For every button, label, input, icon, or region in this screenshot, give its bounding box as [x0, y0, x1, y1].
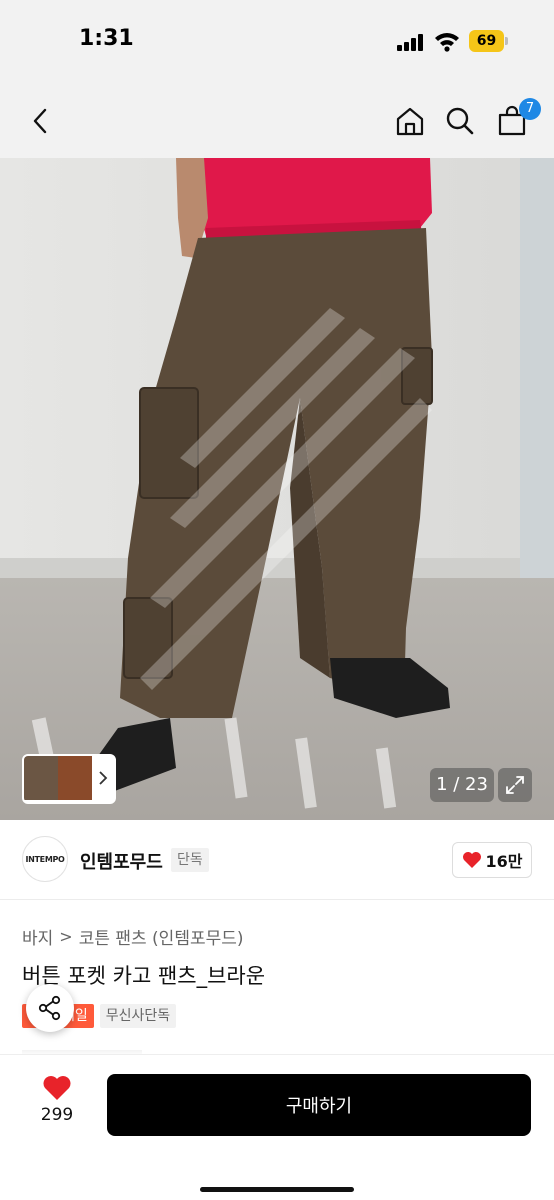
battery-level: 69 [469, 30, 504, 52]
bottom-action-bar: 299 구매하기 [0, 1054, 554, 1200]
product-image-gallery[interactable]: 1 / 23 [0, 158, 554, 820]
product-photo [0, 158, 554, 820]
cart-count-badge: 7 [519, 98, 541, 120]
thumbnail-next-button[interactable] [92, 756, 114, 800]
top-nav-bar: 7 [0, 84, 554, 262]
heart-icon [462, 852, 481, 868]
wishlist-count: 299 [40, 1105, 74, 1125]
brand-name[interactable]: 인템포무드 [80, 848, 163, 874]
status-bar: 1:31 69 [0, 0, 554, 84]
expand-button[interactable] [498, 768, 532, 802]
share-icon [38, 995, 61, 1021]
thumbnail-1[interactable] [24, 756, 58, 800]
thumbnail-strip[interactable] [22, 754, 116, 804]
chevron-right-icon [99, 771, 108, 785]
brand-row: INTEMPO 인템포무드 단독 16만 [0, 820, 554, 900]
brand-exclusive-tag: 단독 [171, 848, 209, 872]
breadcrumb-item[interactable]: 바지 [22, 924, 53, 949]
thumbnail-2[interactable] [58, 756, 92, 800]
battery-icon: 69 [469, 30, 509, 52]
status-time: 1:31 [79, 26, 134, 51]
home-indicator [200, 1187, 354, 1192]
heart-icon [43, 1076, 71, 1100]
back-arrow-icon [33, 108, 47, 134]
buy-button[interactable]: 구매하기 [107, 1074, 531, 1136]
home-button[interactable] [391, 102, 429, 140]
breadcrumb: 바지 > 코튼 팬츠 (인템포무드) [22, 924, 244, 949]
brand-like-button[interactable]: 16만 [452, 842, 532, 878]
back-button[interactable] [22, 102, 60, 140]
signal-icon [397, 33, 425, 51]
cart-button[interactable]: 7 [493, 98, 541, 140]
wifi-icon [434, 30, 460, 52]
breadcrumb-item[interactable]: 코튼 팬츠 (인템포무드) [79, 924, 244, 949]
home-icon [396, 107, 424, 136]
share-button[interactable] [26, 984, 74, 1032]
expand-icon [506, 776, 524, 794]
wishlist-button[interactable]: 299 [30, 1075, 84, 1135]
brand-like-count: 16만 [485, 852, 523, 871]
image-counter: 1 / 23 [430, 768, 494, 802]
exclusive-tag: 무신사단독 [99, 1004, 177, 1028]
chevron-right-icon: > [59, 927, 73, 946]
search-button[interactable] [441, 102, 479, 140]
search-icon [446, 107, 474, 135]
brand-logo[interactable]: INTEMPO [22, 836, 68, 882]
